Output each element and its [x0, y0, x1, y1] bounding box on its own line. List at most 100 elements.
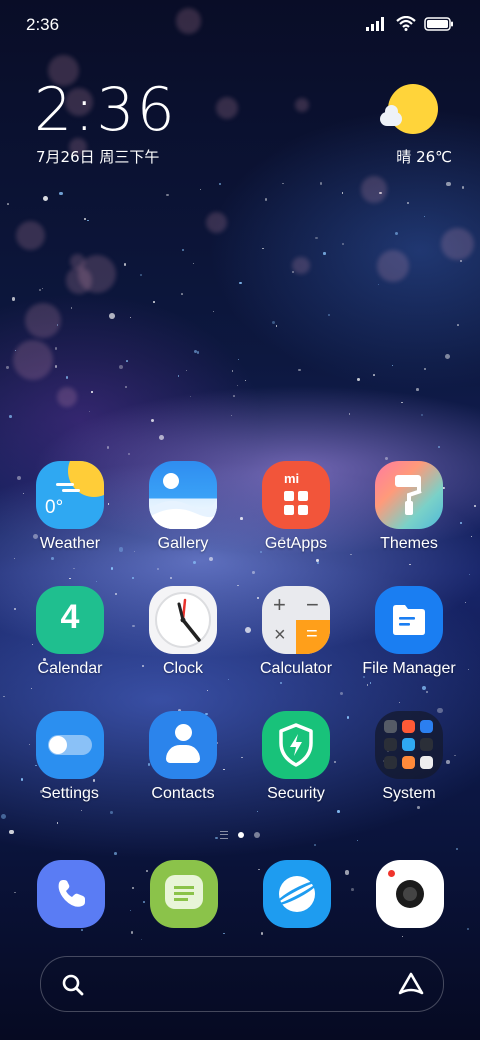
settings-icon — [36, 711, 104, 779]
wallpaper-sparkle — [106, 446, 110, 449]
getapps-icon-mark: mi — [284, 471, 300, 486]
wallpaper-sparkle — [41, 287, 44, 290]
wallpaper-sparkle — [425, 690, 428, 693]
weather-widget[interactable]: 晴 26℃ — [378, 82, 452, 172]
page-indicator[interactable] — [0, 830, 480, 840]
wallpaper-sparkle — [356, 378, 360, 382]
wallpaper-sparkle — [348, 413, 351, 416]
app-getapps[interactable]: mi GetApps — [241, 461, 351, 553]
wallpaper-sparkle — [464, 601, 467, 603]
file-manager-icon — [375, 586, 443, 654]
app-label: Gallery — [157, 535, 209, 552]
search-bar[interactable] — [40, 956, 444, 1012]
app-themes[interactable]: Themes — [354, 461, 464, 553]
wallpaper-sparkle — [350, 553, 352, 556]
app-gallery[interactable]: Gallery — [128, 461, 238, 553]
wallpaper-sparkle — [142, 901, 145, 903]
wallpaper-sparkle — [125, 386, 128, 389]
app-label: Settings — [41, 785, 99, 802]
gallery-icon — [149, 461, 217, 529]
wallpaper-sparkle — [424, 368, 427, 371]
contacts-icon — [149, 711, 217, 779]
weather-icon-temp: 0° — [45, 497, 64, 518]
wallpaper-sparkle — [260, 932, 264, 936]
wallpaper-sparkle — [55, 365, 58, 368]
page-dot-active[interactable] — [238, 832, 244, 838]
wallpaper-bokeh — [65, 267, 93, 294]
dock-phone-icon[interactable] — [37, 860, 105, 928]
wallpaper-sparkle — [110, 567, 114, 570]
app-label: Clock — [162, 660, 203, 677]
wallpaper-sparkle — [84, 218, 87, 221]
app-settings[interactable]: Settings — [15, 711, 125, 803]
wallpaper-sparkle — [423, 215, 425, 217]
wallpaper-sparkle — [145, 869, 149, 873]
wallpaper-bokeh — [360, 176, 388, 204]
wallpaper-sparkle — [314, 844, 317, 847]
app-clock[interactable]: Clock — [128, 586, 238, 678]
wallpaper-bokeh — [25, 303, 61, 339]
wallpaper-sparkle — [169, 576, 173, 580]
app-security[interactable]: Security — [241, 711, 351, 803]
wallpaper-sparkle — [109, 313, 116, 319]
wallpaper-sparkle — [87, 219, 89, 221]
wallpaper-sparkle — [159, 435, 165, 440]
app-label: Calculator — [259, 660, 333, 677]
wallpaper-sparkle — [401, 402, 403, 404]
wallpaper-sparkle — [230, 414, 233, 417]
wifi-icon — [396, 16, 416, 31]
wallpaper-sparkle — [468, 573, 470, 575]
app-label: GetApps — [264, 535, 328, 552]
wallpaper-sparkle — [323, 252, 326, 255]
app-calendar[interactable]: 4 Calendar — [15, 586, 125, 678]
wallpaper-sparkle — [192, 560, 196, 564]
app-contacts[interactable]: Contacts — [128, 711, 238, 803]
page-indicator-list-icon[interactable] — [220, 831, 228, 839]
wallpaper-sparkle — [59, 191, 63, 196]
clock-icon — [149, 586, 217, 654]
cloud-icon — [380, 105, 402, 126]
wallpaper-sparkle — [118, 365, 123, 370]
wallpaper-sparkle — [132, 577, 134, 579]
clock-widget-time[interactable]: 2:36 — [34, 75, 177, 145]
wallpaper-sparkle — [444, 353, 451, 360]
signal-icon — [366, 16, 384, 31]
wallpaper-bokeh — [441, 227, 474, 261]
wallpaper-sparkle — [206, 689, 209, 692]
dock-browser-icon[interactable] — [263, 860, 331, 928]
wallpaper-sparkle — [339, 692, 343, 696]
wallpaper-sparkle — [337, 810, 340, 813]
wallpaper-sparkle — [275, 325, 278, 328]
wallpaper-sparkle — [140, 938, 143, 941]
wallpaper-sparkle — [156, 567, 159, 571]
wallpaper-sparkle — [227, 678, 230, 680]
app-file-manager[interactable]: File Manager — [354, 586, 464, 678]
wallpaper-sparkle — [212, 310, 215, 313]
wallpaper-sparkle — [392, 364, 394, 367]
wallpaper-sparkle — [272, 320, 276, 325]
wallpaper-bokeh — [216, 96, 239, 119]
wallpaper-bokeh — [205, 211, 227, 233]
wallpaper-sparkle — [461, 185, 465, 189]
wallpaper-sparkle — [9, 415, 13, 419]
wallpaper-sparkle — [128, 453, 131, 456]
wallpaper-sparkle — [91, 391, 93, 393]
app-system-folder[interactable]: System — [354, 711, 464, 803]
wallpaper-sparkle — [356, 840, 358, 842]
app-weather[interactable]: 0° Weather — [15, 461, 125, 553]
wallpaper-bokeh — [16, 220, 46, 251]
dock-messages-icon[interactable] — [150, 860, 218, 928]
page-dot[interactable] — [254, 832, 260, 838]
wallpaper-sparkle — [344, 870, 349, 875]
dock-camera-icon[interactable] — [376, 860, 444, 928]
wallpaper-sparkle — [196, 351, 200, 354]
app-calculator[interactable]: + − × = Calculator — [241, 586, 351, 678]
wallpaper-sparkle — [200, 188, 202, 190]
wallpaper-sparkle — [153, 301, 156, 303]
clock-widget-date[interactable]: 7月26日 周三下午 — [36, 146, 159, 167]
wallpaper-sparkle — [0, 813, 7, 820]
wallpaper-sparkle — [282, 182, 285, 185]
assistant-icon[interactable] — [397, 971, 425, 997]
wallpaper-sparkle — [166, 193, 169, 197]
wallpaper-sparkle — [470, 535, 473, 538]
